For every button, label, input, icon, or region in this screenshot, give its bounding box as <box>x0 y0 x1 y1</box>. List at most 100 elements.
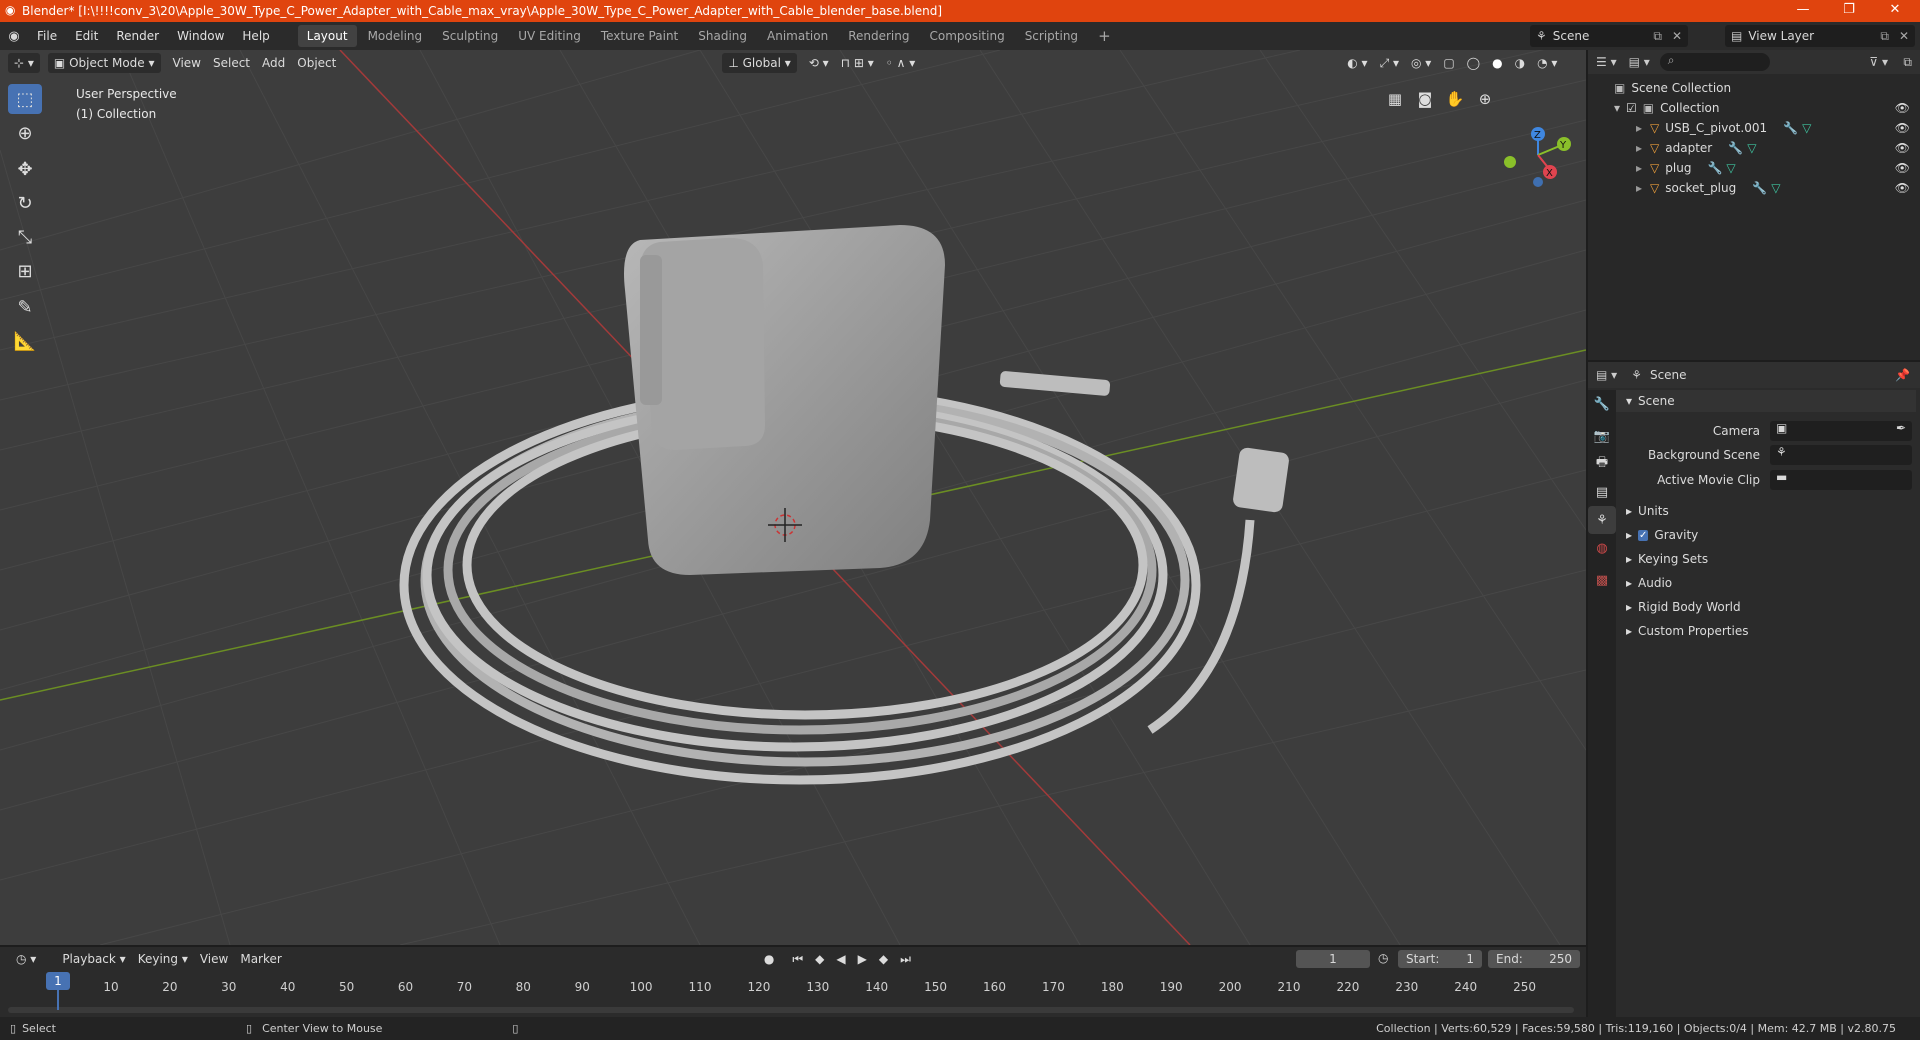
editor-type-icon[interactable]: ⊹ ▾ <box>8 53 40 73</box>
outliner-item[interactable]: ▸ ▽ adapter 🔧 ▽ 👁 <box>1588 138 1920 158</box>
tab-texture-paint[interactable]: Texture Paint <box>592 25 687 47</box>
outliner-item[interactable]: ▸ ▽ socket_plug 🔧 ▽ 👁 <box>1588 178 1920 198</box>
pin-icon[interactable]: 📌 <box>1895 368 1910 382</box>
playhead-frame[interactable]: 1 <box>46 972 70 990</box>
section-units[interactable]: ▸ Units <box>1616 500 1916 522</box>
close-button[interactable]: ✕ <box>1872 0 1918 22</box>
expand-arrow-icon[interactable]: ▸ <box>1636 141 1642 155</box>
timeline-editor-type-icon[interactable]: ◷ ▾ <box>10 949 42 969</box>
measure-tool-icon[interactable]: 📐 <box>8 326 42 356</box>
snap-icon[interactable]: ⊓ ⊞ ▾ <box>835 53 880 73</box>
menu-view[interactable]: View <box>167 53 207 73</box>
navigation-gizmo[interactable]: Z Y X <box>1504 127 1571 187</box>
maximize-button[interactable]: ❐ <box>1826 0 1872 22</box>
transform-tool-icon[interactable]: ⊞ <box>8 256 42 286</box>
expand-arrow-icon[interactable]: ▸ <box>1636 121 1642 135</box>
properties-editor-type-icon[interactable]: ▤ ▾ <box>1596 368 1617 382</box>
menu-marker[interactable]: Marker <box>234 949 287 969</box>
next-keyframe-icon[interactable]: ◆ <box>873 949 894 969</box>
outliner-item[interactable]: ▸ ▽ USB_C_pivot.001 🔧 ▽ 👁 <box>1588 118 1920 138</box>
visibility-icon[interactable]: ◐ ▾ <box>1341 53 1373 73</box>
gizmo-toggle-icon[interactable]: ⤢ ▾ <box>1374 53 1405 73</box>
zoom-icon[interactable]: ⊕ <box>1470 86 1500 112</box>
menu-file[interactable]: File <box>28 22 66 50</box>
expand-arrow-icon[interactable]: ▸ <box>1636 161 1642 175</box>
jump-end-icon[interactable]: ⏭ <box>894 949 917 969</box>
overlay-toggle-icon[interactable]: ◎ ▾ <box>1405 53 1437 73</box>
menu-help[interactable]: Help <box>233 22 278 50</box>
menu-view-timeline[interactable]: View <box>194 949 234 969</box>
stopwatch-icon[interactable]: ◷ <box>1378 951 1388 965</box>
visibility-eye-icon[interactable]: 👁 <box>1895 121 1910 135</box>
visibility-eye-icon[interactable]: 👁 <box>1895 181 1910 195</box>
play-icon[interactable]: ▶ <box>852 949 873 969</box>
visibility-eye-icon[interactable]: 👁 <box>1895 101 1910 115</box>
scale-tool-icon[interactable]: ⤡ <box>8 222 42 252</box>
minimize-button[interactable]: — <box>1780 0 1826 22</box>
movie-clip-field[interactable]: ▬ <box>1770 470 1912 490</box>
play-reverse-icon[interactable]: ◀ <box>830 949 851 969</box>
cursor-tool-icon[interactable]: ⊕ <box>8 118 42 148</box>
section-custom-properties[interactable]: ▸ Custom Properties <box>1616 620 1916 642</box>
camera-field[interactable]: ▣ ✒ <box>1770 421 1912 441</box>
pan-hand-icon[interactable]: ✋ <box>1440 86 1470 112</box>
jump-start-icon[interactable]: ⏮ <box>786 949 809 969</box>
scene-panel-header[interactable]: ▾ Scene <box>1616 390 1916 412</box>
menu-add[interactable]: Add <box>256 53 291 73</box>
scene-selector[interactable]: ⚘ Scene ⧉ ✕ <box>1530 25 1688 47</box>
section-rigid-body-world[interactable]: ▸ Rigid Body World <box>1616 596 1916 618</box>
start-frame-field[interactable]: Start: 1 <box>1398 950 1482 968</box>
tab-rendering[interactable]: Rendering <box>839 25 918 47</box>
xray-icon[interactable]: ▢ <box>1437 53 1460 73</box>
world-tab-icon[interactable]: ◍ <box>1588 534 1616 562</box>
section-audio[interactable]: ▸ Audio <box>1616 572 1916 594</box>
pivot-icon[interactable]: ⟲ ▾ <box>803 53 835 73</box>
outliner-editor-type-icon[interactable]: ☰ ▾ <box>1596 55 1617 69</box>
eyedropper-icon[interactable]: ✒ <box>1896 421 1906 435</box>
menu-render[interactable]: Render <box>107 22 168 50</box>
render-tab-icon[interactable]: 📷 <box>1588 422 1616 450</box>
toggle-ortho-icon[interactable]: ▦ <box>1380 86 1410 112</box>
view-layer-selector[interactable]: ▤ View Layer ⧉ ✕ <box>1725 25 1915 47</box>
background-scene-field[interactable]: ⚘ <box>1770 445 1912 465</box>
outliner-search-input[interactable]: ⌕ <box>1659 53 1770 71</box>
scene-tab-icon[interactable]: ⚘ <box>1588 506 1616 534</box>
outliner-item[interactable]: ▸ ▽ plug 🔧 ▽ 👁 <box>1588 158 1920 178</box>
menu-keying[interactable]: Keying ▾ <box>132 949 194 969</box>
mode-selector[interactable]: ▣ Object Mode ▾ <box>47 53 161 73</box>
menu-object[interactable]: Object <box>291 53 342 73</box>
section-keying-sets[interactable]: ▸ Keying Sets <box>1616 548 1916 570</box>
tab-sculpting[interactable]: Sculpting <box>433 25 507 47</box>
remove-view-layer-icon[interactable]: ✕ <box>1899 29 1909 43</box>
end-frame-field[interactable]: End: 250 <box>1488 950 1580 968</box>
tool-tab-icon[interactable]: 🔧 <box>1588 390 1616 418</box>
shading-solid-icon[interactable]: ● <box>1486 53 1508 73</box>
prev-keyframe-icon[interactable]: ◆ <box>809 949 830 969</box>
blender-menu-icon[interactable]: ◉ <box>0 29 28 44</box>
output-tab-icon[interactable]: 🖶 <box>1588 450 1616 478</box>
menu-edit[interactable]: Edit <box>66 22 107 50</box>
outliner-collection[interactable]: ▾ ☑ ▣ Collection 👁 <box>1588 98 1920 118</box>
visibility-eye-icon[interactable]: 👁 <box>1895 161 1910 175</box>
collapse-arrow-icon[interactable]: ▾ <box>1614 101 1620 115</box>
timeline-scrollbar[interactable] <box>8 1007 1574 1013</box>
remove-scene-icon[interactable]: ✕ <box>1672 29 1682 43</box>
tab-layout[interactable]: Layout <box>297 25 357 47</box>
section-gravity[interactable]: ▸ ✓ Gravity <box>1616 524 1916 546</box>
current-frame-field[interactable]: 1 <box>1296 950 1370 968</box>
proportional-edit-icon[interactable]: ◦ ∧ ▾ <box>880 53 922 73</box>
orientation-selector[interactable]: ⊥ Global ▾ <box>722 53 797 73</box>
visibility-eye-icon[interactable]: 👁 <box>1895 141 1910 155</box>
tab-shading[interactable]: Shading <box>689 25 756 47</box>
outliner-scene-collection[interactable]: ▣ Scene Collection <box>1588 78 1920 98</box>
rotate-tool-icon[interactable]: ↻ <box>8 188 42 218</box>
menu-playback[interactable]: Playback ▾ <box>56 949 131 969</box>
collection-checkbox-icon[interactable]: ☑ <box>1626 101 1637 115</box>
copy-view-layer-icon[interactable]: ⧉ <box>1880 29 1889 44</box>
shading-material-icon[interactable]: ◑ <box>1509 53 1531 73</box>
display-mode-icon[interactable]: ▤ ▾ <box>1629 55 1650 69</box>
3d-viewport[interactable]: Z Y X <box>0 50 1586 945</box>
view-layer-tab-icon[interactable]: ▤ <box>1588 478 1616 506</box>
annotate-tool-icon[interactable]: ✎ <box>8 292 42 322</box>
gravity-checkbox-icon[interactable]: ✓ <box>1638 529 1649 541</box>
